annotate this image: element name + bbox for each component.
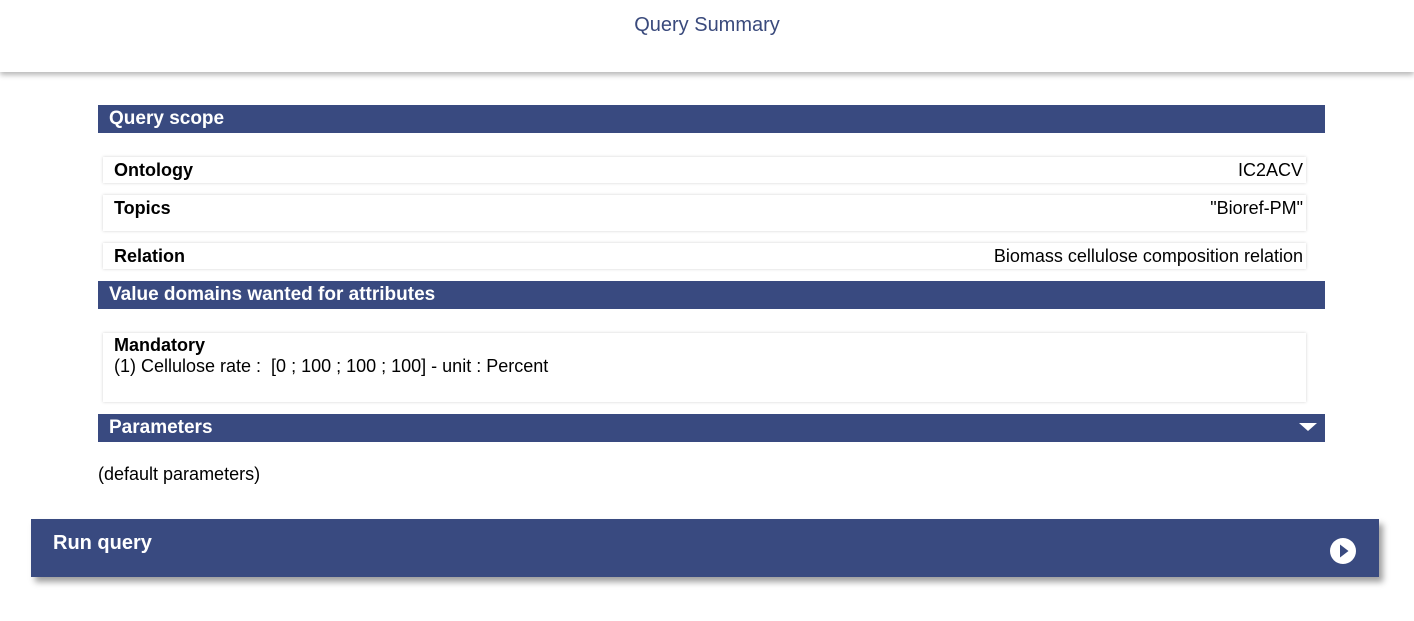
row-value: Biomass cellulose composition relation [993, 246, 1303, 266]
section-title: Query scope [109, 108, 225, 129]
row-label: Relation [114, 246, 186, 266]
mandatory-label: Mandatory [114, 335, 206, 355]
scope-row-relation: Relation Biomass cellulose composition r… [103, 243, 1306, 269]
row-label: Ontology [114, 160, 193, 180]
section-parameters[interactable]: Parameters [98, 414, 1325, 442]
mandatory-value: (1) Cellulose rate : [0 ; 100 ; 100 ; 10… [114, 356, 549, 376]
scope-row-topics: Topics "Bioref-PM" [103, 195, 1306, 231]
triangle-down-icon[interactable] [1299, 423, 1317, 431]
row-value: "Bioref-PM" [1210, 198, 1303, 218]
section-title: Parameters [109, 417, 213, 438]
default-parameters-text: (default parameters) [98, 464, 261, 484]
page-header: Query Summary [0, 0, 1414, 72]
page-title: Query Summary [634, 14, 780, 36]
section-title: Value domains wanted for attributes [109, 284, 436, 305]
section-value-domains: Value domains wanted for attributes [98, 281, 1325, 309]
scope-row-ontology: Ontology IC2ACV [103, 157, 1306, 183]
row-value: IC2ACV [1237, 160, 1303, 180]
section-query-scope: Query scope [98, 105, 1325, 133]
row-label: Topics [114, 198, 171, 218]
run-query-label: Run query [53, 532, 152, 554]
mandatory-card: Mandatory (1) Cellulose rate : [0 ; 100 … [103, 333, 1306, 402]
play-circle-icon[interactable] [1330, 538, 1356, 564]
run-query-button[interactable]: Run query [31, 519, 1379, 577]
